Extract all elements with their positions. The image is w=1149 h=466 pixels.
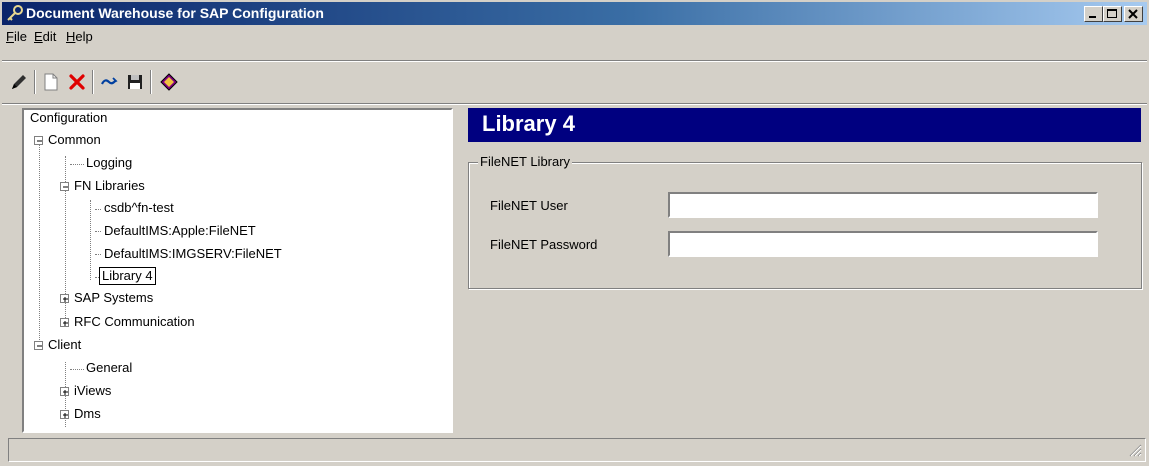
filenet-password-label: FileNET Password (490, 237, 598, 252)
expand-icon[interactable] (60, 318, 69, 327)
help-button[interactable] (156, 68, 182, 96)
menu-help[interactable]: Help (66, 30, 93, 44)
toolbar-separator-line (2, 103, 1147, 105)
app-window: Document Warehouse for SAP Configuration… (0, 0, 1149, 466)
filenet-library-group (468, 162, 1142, 289)
toolbar-separator (34, 70, 36, 94)
expand-icon[interactable] (60, 410, 69, 419)
tree-node-library[interactable]: DefaultIMS:IMGSERV:FileNET (102, 244, 284, 264)
group-title: FileNET Library (478, 154, 573, 169)
new-button[interactable] (38, 68, 64, 96)
status-bar (8, 438, 1146, 462)
collapse-icon[interactable] (60, 182, 69, 191)
tree-node-general[interactable]: General (84, 358, 134, 378)
tree-node-library-selected[interactable]: Library 4 (99, 266, 156, 286)
close-button[interactable] (1124, 6, 1143, 22)
expand-icon[interactable] (60, 387, 69, 396)
refresh-button[interactable] (96, 68, 122, 96)
tree-node-sap-systems[interactable]: SAP Systems (72, 288, 155, 308)
collapse-icon[interactable] (34, 136, 43, 145)
panel-title: Library 4 (482, 111, 575, 136)
menu-file[interactable]: File (6, 30, 27, 44)
tree-node-iviews[interactable]: iViews (72, 381, 113, 401)
tree-node-common[interactable]: Common (46, 130, 103, 150)
config-tree[interactable]: Configuration Common Logging FN Librarie… (22, 108, 453, 433)
tree-node-logging[interactable]: Logging (84, 153, 134, 173)
tree-node-rfc-communication[interactable]: RFC Communication (72, 312, 197, 332)
menu-edit[interactable]: Edit (34, 30, 56, 44)
panel-header: Library 4 (468, 108, 1141, 142)
tree-node-library[interactable]: DefaultIMS:Apple:FileNET (102, 221, 258, 241)
window-title: Document Warehouse for SAP Configuration (26, 5, 324, 21)
tree-node-library[interactable]: csdb^fn-test (102, 198, 176, 218)
tree-node-client[interactable]: Client (46, 335, 83, 355)
menu-bar: File Edit Help (2, 26, 1147, 48)
title-bar[interactable]: Document Warehouse for SAP Configuration (2, 2, 1147, 25)
menu-separator (2, 60, 1147, 62)
minimize-button[interactable] (1084, 6, 1103, 22)
delete-button[interactable] (64, 68, 90, 96)
key-icon (6, 5, 24, 23)
toolbar-separator (92, 70, 94, 94)
filenet-user-label: FileNET User (490, 198, 568, 213)
save-button[interactable] (122, 68, 148, 96)
expand-icon[interactable] (60, 294, 69, 303)
edit-button[interactable] (6, 68, 32, 96)
tree-node-configuration[interactable]: Configuration (28, 110, 109, 128)
maximize-button[interactable] (1103, 6, 1122, 22)
tree-node-dms[interactable]: Dms (72, 404, 103, 424)
filenet-password-input[interactable] (668, 231, 1098, 257)
tree-node-fn-libraries[interactable]: FN Libraries (72, 176, 147, 196)
resize-grip-icon[interactable] (1128, 443, 1142, 457)
toolbar-separator (150, 70, 152, 94)
toolbar (2, 64, 1147, 102)
filenet-user-input[interactable] (668, 192, 1098, 218)
collapse-icon[interactable] (34, 341, 43, 350)
